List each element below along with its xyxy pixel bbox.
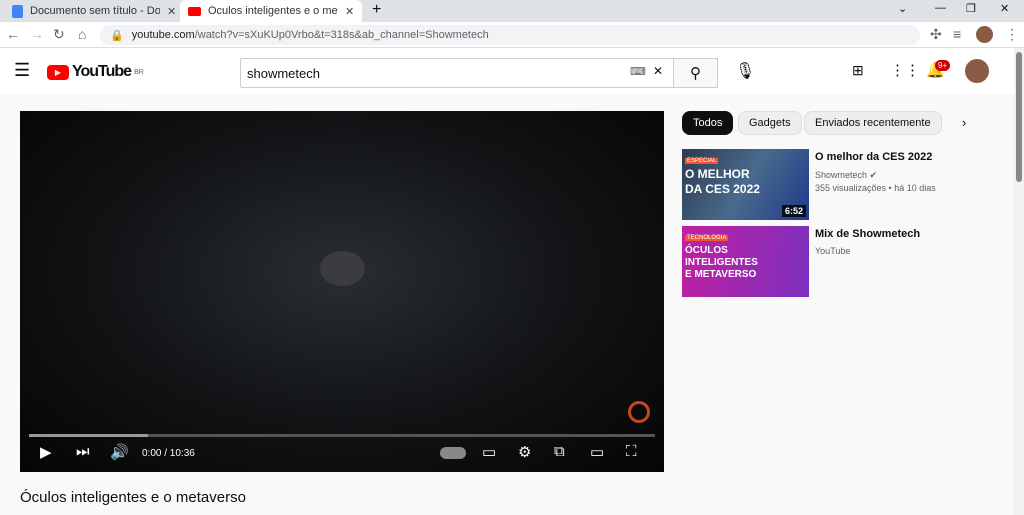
lock-icon: 🔒 bbox=[110, 29, 124, 42]
duration-badge: 6:52 bbox=[781, 205, 806, 217]
back-icon[interactable]: ← bbox=[6, 26, 20, 42]
progress-fill bbox=[29, 434, 148, 437]
clear-search-icon[interactable]: ✕ bbox=[653, 64, 663, 78]
video-title: Óculos inteligentes e o metaverso bbox=[20, 489, 246, 506]
autoplay-toggle[interactable] bbox=[440, 447, 466, 459]
forward-icon[interactable]: → bbox=[30, 26, 44, 42]
progress-bar[interactable] bbox=[29, 434, 655, 437]
chip-recent[interactable]: Enviados recentemente bbox=[804, 111, 942, 135]
channel-watermark bbox=[628, 401, 650, 423]
minimize-button[interactable]: — bbox=[935, 2, 946, 14]
tab-youtube[interactable]: Óculos inteligentes e o metaverso - YouT… bbox=[180, 0, 363, 22]
related-channel[interactable]: YouTube bbox=[815, 246, 850, 256]
notification-badge: 9+ bbox=[935, 60, 951, 71]
home-icon[interactable]: ⌂ bbox=[78, 26, 86, 42]
close-tab-icon[interactable]: ✕ bbox=[345, 5, 354, 18]
search-input[interactable]: showmetech bbox=[240, 58, 674, 88]
tab-docs[interactable]: Documento sem título - Documentos Google… bbox=[4, 0, 184, 22]
address-bar-row: ← → ↻ ⌂ 🔒 youtube.com/watch?v=sXuKUp0Vrb… bbox=[0, 22, 1024, 48]
scrollbar-thumb[interactable] bbox=[1016, 52, 1022, 182]
youtube-icon bbox=[188, 6, 201, 16]
chip-todos[interactable]: Todos bbox=[682, 111, 734, 135]
search-icon: ⚲ bbox=[690, 65, 701, 82]
fullscreen-button[interactable]: ⛶ bbox=[626, 443, 637, 460]
keyboard-icon[interactable]: ⌨ bbox=[630, 65, 646, 78]
time-display: 0:00 / 10:36 bbox=[142, 448, 195, 459]
related-title[interactable]: O melhor da CES 2022 bbox=[815, 151, 932, 163]
apps-icon[interactable]: ⋮⋮ bbox=[890, 61, 920, 79]
related-thumbnail[interactable]: TECNOLOGIA ÓCULOS INTELIGENTES E METAVER… bbox=[682, 226, 809, 297]
tab-search-icon[interactable]: ⌄ bbox=[898, 2, 907, 15]
video-frame bbox=[320, 251, 365, 286]
related-channel[interactable]: Showmetech ✔ bbox=[815, 170, 877, 181]
volume-button[interactable]: 🔊 bbox=[110, 443, 129, 461]
menu-icon[interactable]: ⋮ bbox=[1005, 26, 1019, 43]
tab-bar: Documento sem título - Documentos Google… bbox=[0, 0, 1024, 22]
restore-button[interactable]: ❐ bbox=[966, 2, 976, 15]
settings-icon[interactable]: ⚙ bbox=[518, 443, 531, 461]
search-button[interactable]: ⚲ bbox=[673, 58, 718, 88]
microphone-icon[interactable]: 🎙 bbox=[735, 61, 755, 81]
next-button[interactable]: ⏭ bbox=[76, 443, 90, 460]
subtitles-button[interactable]: ▭ bbox=[482, 443, 496, 461]
url-field[interactable]: 🔒 youtube.com/watch?v=sXuKUp0Vrbo&t=318s… bbox=[100, 25, 920, 45]
related-title[interactable]: Mix de Showmetech bbox=[815, 228, 920, 240]
related-meta: 355 visualizações • há 10 dias bbox=[815, 183, 936, 193]
play-button[interactable]: ▶ bbox=[40, 443, 52, 461]
reload-icon[interactable]: ↻ bbox=[53, 26, 65, 43]
chip-gadgets[interactable]: Gadgets bbox=[738, 111, 802, 135]
extensions-icon[interactable]: ✣ bbox=[930, 26, 942, 43]
create-video-icon[interactable]: ⊞ bbox=[852, 62, 864, 79]
close-window-button[interactable]: ✕ bbox=[1000, 2, 1009, 15]
theater-mode-button[interactable]: ▭ bbox=[590, 443, 604, 461]
related-thumbnail[interactable]: ESPECIAL O MELHOR DA CES 2022 6:52 bbox=[682, 149, 809, 220]
youtube-header: ☰ ▶ YouTube BR showmetech ⌨ ✕ ⚲ 🎙 ⊞ ⋮⋮ 🔔… bbox=[0, 48, 1014, 94]
verified-icon: ✔ bbox=[869, 170, 878, 180]
hamburger-menu-icon[interactable]: ☰ bbox=[14, 60, 30, 81]
docs-icon bbox=[12, 4, 23, 18]
video-player[interactable]: ▶ ⏭ 🔊 0:00 / 10:36 ▭ ⚙ ⧉ ▭ ⛶ bbox=[20, 111, 664, 472]
close-tab-icon[interactable]: ✕ bbox=[167, 5, 176, 18]
media-icon[interactable]: ≡ bbox=[953, 26, 961, 42]
new-tab-button[interactable]: + bbox=[372, 1, 381, 19]
miniplayer-button[interactable]: ⧉ bbox=[554, 443, 565, 460]
account-avatar[interactable] bbox=[965, 59, 989, 83]
chevron-right-icon[interactable]: › bbox=[962, 115, 966, 130]
youtube-logo[interactable]: ▶ YouTube BR bbox=[47, 63, 144, 81]
scrollbar[interactable] bbox=[1014, 48, 1024, 515]
profile-avatar[interactable] bbox=[976, 26, 993, 43]
